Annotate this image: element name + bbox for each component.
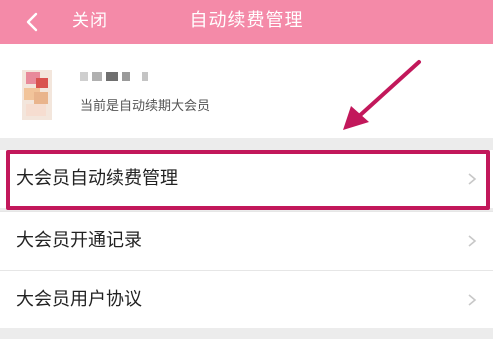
section-gap [0, 138, 493, 150]
top-bar: 关闭 自动续费管理 [0, 0, 493, 44]
chevron-right-icon [468, 294, 477, 306]
avatar [22, 70, 52, 120]
menu-item-label: 大会员用户协议 [16, 289, 142, 310]
page-title: 自动续费管理 [189, 10, 304, 31]
menu-item-activation-records[interactable]: 大会员开通记录 [0, 212, 493, 270]
bottom-background [0, 328, 493, 339]
annotation-arrow-icon [343, 60, 421, 130]
menu-item-user-agreement[interactable]: 大会员用户协议 [0, 271, 493, 329]
membership-status: 当前是自动续期大会员 [80, 99, 211, 114]
username-blurred [80, 70, 160, 84]
menu-item-auto-renew-management[interactable]: 大会员自动续费管理 [0, 150, 493, 208]
menu-item-label: 大会员开通记录 [16, 230, 142, 251]
chevron-right-icon [468, 173, 477, 185]
menu-item-label: 大会员自动续费管理 [16, 168, 178, 189]
chevron-right-icon [468, 235, 477, 247]
